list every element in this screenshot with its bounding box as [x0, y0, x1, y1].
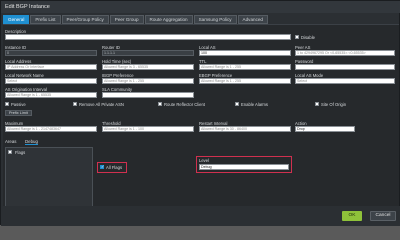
restart-interval-input[interactable]: Allowed Range is 30 - 86400: [199, 126, 291, 132]
local-network-name-select[interactable]: Select: [5, 78, 97, 84]
all-flags-label: All Flags: [106, 165, 123, 170]
tab-prefix-list[interactable]: Prefix List: [30, 15, 61, 24]
tab-general[interactable]: General: [3, 15, 30, 24]
tab-peer-group[interactable]: Peer Group: [109, 15, 144, 24]
tab-peer-group-policy[interactable]: Peer/Group Policy: [61, 15, 109, 24]
router-id-input: 1.1.1.1: [102, 50, 194, 56]
sla-community-input[interactable]: [102, 92, 194, 98]
dialog-title: Edit BGP Instance: [1, 1, 400, 13]
cancel-button[interactable]: Cancel: [370, 211, 396, 221]
tab-advanced[interactable]: Advanced: [237, 15, 268, 24]
ebgp-preference-input[interactable]: Allowed Range is 1 - 255: [199, 78, 291, 84]
description-input[interactable]: [5, 34, 291, 40]
tab-samsung-policy[interactable]: Samsung Policy: [193, 15, 237, 24]
peer-as-input[interactable]: 1 to 4294967295 Or <0-65535>.<0-65535>: [295, 50, 395, 56]
route-reflector-checkbox[interactable]: [158, 102, 162, 106]
flags-list: Flags: [5, 147, 93, 207]
general-panel: Description Disable Instance ID 0 Router…: [3, 24, 399, 207]
tab-bar: General Prefix List Peer/Group Policy Pe…: [3, 15, 269, 24]
passive-checkbox[interactable]: [5, 102, 9, 106]
instance-id-input: 0: [5, 50, 97, 56]
hold-time-input[interactable]: Allowed Range is 3 - 65535: [102, 64, 194, 70]
subtab-areas[interactable]: Areas: [5, 139, 16, 144]
password-input[interactable]: [295, 64, 395, 70]
disable-checkbox[interactable]: [295, 35, 299, 39]
flags-column-header: Flags: [15, 150, 26, 155]
local-as-mode-select[interactable]: Select: [295, 78, 395, 84]
disable-label: Disable: [301, 35, 315, 40]
site-of-origin-label: Site Of Origin: [321, 102, 347, 107]
remove-private-asn-label: Remove All Private ASN: [79, 102, 124, 107]
dialog-footer: OK Cancel: [1, 206, 400, 226]
edit-bgp-dialog: Edit BGP Instance General Prefix List Pe…: [0, 0, 400, 226]
as-origination-interval-input[interactable]: Allowed Range is 1 - 65535: [5, 92, 97, 98]
route-reflector-label: Route Reflector Client: [164, 102, 205, 107]
ok-button[interactable]: OK: [342, 211, 362, 221]
maximum-input[interactable]: Allowed Range is 1 - 2147483647: [5, 126, 97, 132]
local-address-input[interactable]: IP Address Or Interface: [5, 64, 97, 70]
site-of-origin-checkbox[interactable]: [315, 102, 319, 106]
prefix-limit-button[interactable]: Prefix Limit: [5, 110, 32, 116]
enable-alarms-label: Enable Alarms: [241, 102, 268, 107]
ttl-input[interactable]: Allowed Range is 1 - 255: [199, 64, 291, 70]
passive-label: Passive: [11, 102, 26, 107]
subtab-debug[interactable]: Debug: [25, 139, 38, 145]
enable-alarms-checkbox[interactable]: [235, 102, 239, 106]
flags-header-checkbox[interactable]: [8, 150, 12, 154]
level-select[interactable]: Debug: [199, 164, 289, 170]
all-flags-checkbox[interactable]: [100, 164, 104, 169]
tab-route-aggregation[interactable]: Route Aggregation: [144, 15, 193, 24]
action-select[interactable]: Drop: [295, 126, 355, 132]
remove-private-asn-checkbox[interactable]: [73, 102, 77, 106]
level-label: Level: [199, 158, 210, 163]
threshold-input[interactable]: Allowed Range is 1 - 100: [102, 126, 194, 132]
local-as-input[interactable]: 100: [199, 50, 291, 56]
ibgp-preference-input[interactable]: Allowed Range is 1 - 255: [102, 78, 194, 84]
